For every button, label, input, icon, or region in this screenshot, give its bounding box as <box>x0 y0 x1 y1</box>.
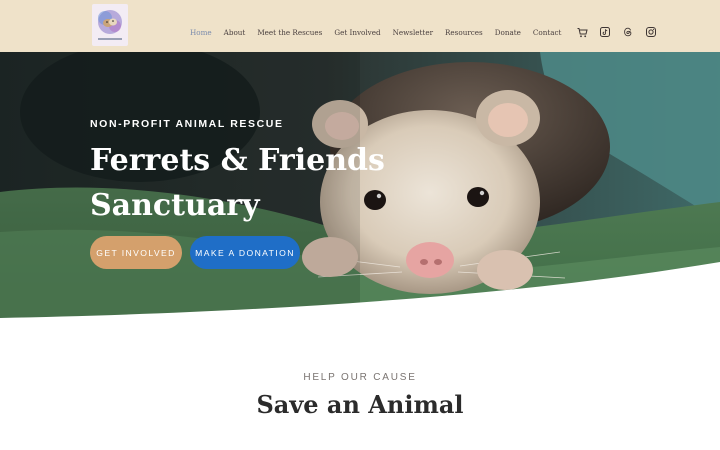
hero-eyebrow: NON-PROFIT ANIMAL RESCUE <box>90 118 284 130</box>
section-kicker: HELP OUR CAUSE <box>303 372 417 383</box>
section-title: Save an Animal <box>256 390 464 419</box>
nav-resources[interactable]: Resources <box>445 28 483 37</box>
ferret-sanctuary-logo[interactable] <box>92 4 128 46</box>
nav-about[interactable]: About <box>224 28 246 37</box>
tiktok-icon[interactable] <box>599 26 611 38</box>
nav-meet-the-rescues[interactable]: Meet the Rescues <box>257 28 322 37</box>
nav-donate[interactable]: Donate <box>495 28 521 37</box>
nav-get-involved[interactable]: Get Involved <box>334 28 380 37</box>
nav-newsletter[interactable]: Newsletter <box>393 28 433 37</box>
main-nav: Home About Meet the Rescues Get Involved… <box>190 26 665 38</box>
cart-icon[interactable] <box>576 26 588 38</box>
threads-icon[interactable] <box>622 26 634 38</box>
nav-home[interactable]: Home <box>190 28 212 37</box>
nav-contact[interactable]: Contact <box>533 28 562 37</box>
hero-title-line1: Ferrets & Friends <box>90 143 385 178</box>
get-involved-button[interactable]: GET INVOLVED <box>90 236 182 269</box>
hero-title-line2: Sanctuary <box>90 188 260 223</box>
hero-title: Ferrets & Friends Sanctuary <box>90 138 385 228</box>
site-header: Home About Meet the Rescues Get Involved… <box>0 0 720 52</box>
instagram-icon[interactable] <box>645 26 657 38</box>
make-donation-button[interactable]: MAKE A DONATION <box>190 236 300 269</box>
